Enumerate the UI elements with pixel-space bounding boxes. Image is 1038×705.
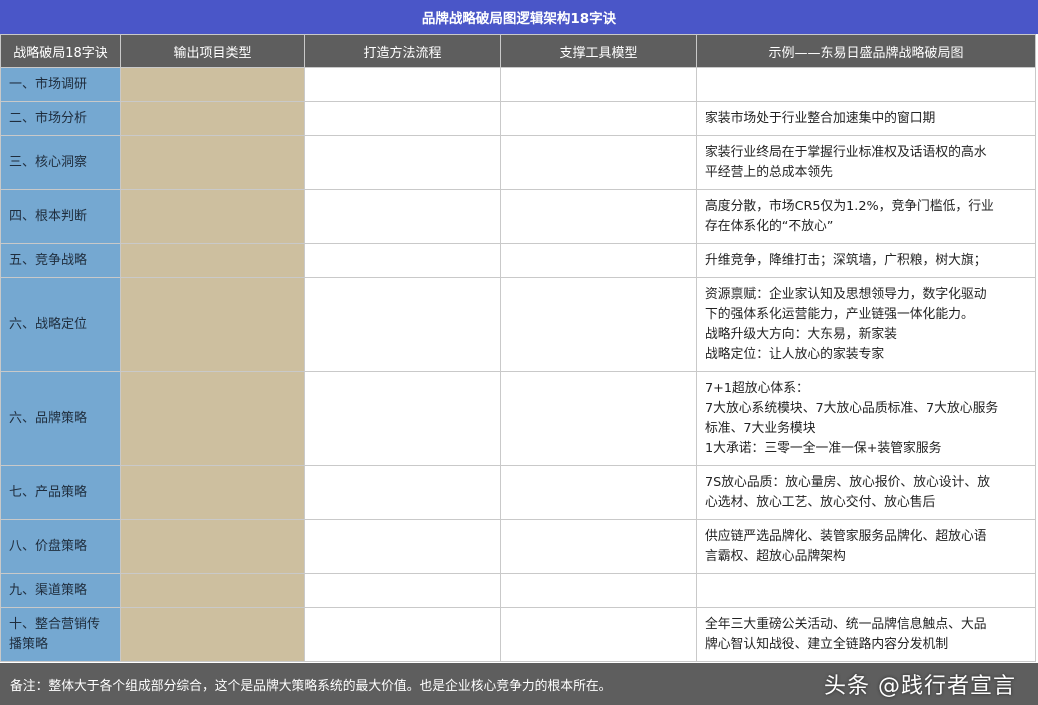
stage-cell: 十、整合营销传 播策略 <box>0 607 121 662</box>
example-cell: 7S放心品质：放心量房、放心报价、放心设计、放 心选材、放心工艺、放心交付、放心… <box>696 465 1036 520</box>
table-row: 六、战略定位 资源禀赋：企业家认知及思想领导力，数字化驱动 下的强体系化运营能力… <box>0 277 1036 372</box>
header-row: 战略破局18字诀 输出项目类型 打造方法流程 支撑工具模型 示例——东易日盛品牌… <box>0 34 1036 68</box>
output-cell <box>120 277 305 372</box>
table-row: 一、市场调研 <box>0 67 1036 102</box>
tools-cell <box>500 243 697 278</box>
output-cell <box>120 135 305 190</box>
method-cell <box>304 67 501 102</box>
tools-cell <box>500 101 697 136</box>
header-method: 打造方法流程 <box>304 34 501 68</box>
example-cell: 资源禀赋：企业家认知及思想领导力，数字化驱动 下的强体系化运营能力，产业链强一体… <box>696 277 1036 372</box>
example-cell: 供应链严选品牌化、装管家服务品牌化、超放心语 言霸权、超放心品牌架构 <box>696 519 1036 574</box>
method-cell <box>304 519 501 574</box>
table-row: 九、渠道策略 <box>0 573 1036 608</box>
tools-cell <box>500 465 697 520</box>
example-cell: 升维竞争，降维打击；深筑墙，广积粮，树大旗； <box>696 243 1036 278</box>
stage-cell: 一、市场调研 <box>0 67 121 102</box>
tools-cell <box>500 67 697 102</box>
method-cell <box>304 189 501 244</box>
example-cell: 全年三大重磅公关活动、统一品牌信息触点、大品 牌心智认知战役、建立全链路内容分发… <box>696 607 1036 662</box>
output-cell <box>120 243 305 278</box>
output-cell <box>120 465 305 520</box>
method-cell <box>304 277 501 372</box>
table-row: 六、品牌策略 7+1超放心体系： 7大放心系统模块、7大放心品质标准、7大放心服… <box>0 371 1036 466</box>
stage-cell: 四、根本判断 <box>0 189 121 244</box>
table-row: 八、价盘策略 供应链严选品牌化、装管家服务品牌化、超放心语 言霸权、超放心品牌架… <box>0 519 1036 574</box>
stage-cell: 六、战略定位 <box>0 277 121 372</box>
tools-cell <box>500 607 697 662</box>
header-output-type: 输出项目类型 <box>120 34 305 68</box>
tools-cell <box>500 573 697 608</box>
stage-cell: 七、产品策略 <box>0 465 121 520</box>
table-row: 七、产品策略 7S放心品质：放心量房、放心报价、放心设计、放 心选材、放心工艺、… <box>0 465 1036 520</box>
method-cell <box>304 465 501 520</box>
stage-cell: 八、价盘策略 <box>0 519 121 574</box>
strategy-table: 战略破局18字诀 输出项目类型 打造方法流程 支撑工具模型 示例——东易日盛品牌… <box>0 34 1036 662</box>
method-cell <box>304 101 501 136</box>
example-cell: 7+1超放心体系： 7大放心系统模块、7大放心品质标准、7大放心服务 标准、7大… <box>696 371 1036 466</box>
stage-cell: 九、渠道策略 <box>0 573 121 608</box>
watermark: 头条 @践行者宣言 <box>824 674 1016 699</box>
example-cell <box>696 573 1036 608</box>
stage-cell: 二、市场分析 <box>0 101 121 136</box>
method-cell <box>304 371 501 466</box>
output-cell <box>120 607 305 662</box>
tools-cell <box>500 371 697 466</box>
table-row: 十、整合营销传 播策略 全年三大重磅公关活动、统一品牌信息触点、大品 牌心智认知… <box>0 607 1036 662</box>
stage-cell: 三、核心洞察 <box>0 135 121 190</box>
example-cell <box>696 67 1036 102</box>
header-stage: 战略破局18字诀 <box>0 34 121 68</box>
method-cell <box>304 573 501 608</box>
example-cell: 高度分散，市场CR5仅为1.2%，竞争门槛低，行业 存在体系化的“不放心” <box>696 189 1036 244</box>
header-example: 示例——东易日盛品牌战略破局图 <box>696 34 1036 68</box>
output-cell <box>120 519 305 574</box>
output-cell <box>120 371 305 466</box>
method-cell <box>304 607 501 662</box>
example-cell: 家装行业终局在于掌握行业标准权及话语权的高水 平经营上的总成本领先 <box>696 135 1036 190</box>
stage-cell: 六、品牌策略 <box>0 371 121 466</box>
tools-cell <box>500 135 697 190</box>
output-cell <box>120 189 305 244</box>
output-cell <box>120 573 305 608</box>
header-tools: 支撑工具模型 <box>500 34 697 68</box>
table-row: 五、竞争战略 升维竞争，降维打击；深筑墙，广积粮，树大旗； <box>0 243 1036 278</box>
method-cell <box>304 243 501 278</box>
method-cell <box>304 135 501 190</box>
stage-cell: 五、竞争战略 <box>0 243 121 278</box>
example-cell: 家装市场处于行业整合加速集中的窗口期 <box>696 101 1036 136</box>
table-title: 品牌战略破局图逻辑架构18字诀 <box>0 0 1038 34</box>
table-row: 二、市场分析 家装市场处于行业整合加速集中的窗口期 <box>0 101 1036 136</box>
tools-cell <box>500 189 697 244</box>
table-row: 四、根本判断 高度分散，市场CR5仅为1.2%，竞争门槛低，行业 存在体系化的“… <box>0 189 1036 244</box>
output-cell <box>120 67 305 102</box>
tools-cell <box>500 277 697 372</box>
tools-cell <box>500 519 697 574</box>
output-cell <box>120 101 305 136</box>
table-row: 三、核心洞察 家装行业终局在于掌握行业标准权及话语权的高水 平经营上的总成本领先 <box>0 135 1036 190</box>
